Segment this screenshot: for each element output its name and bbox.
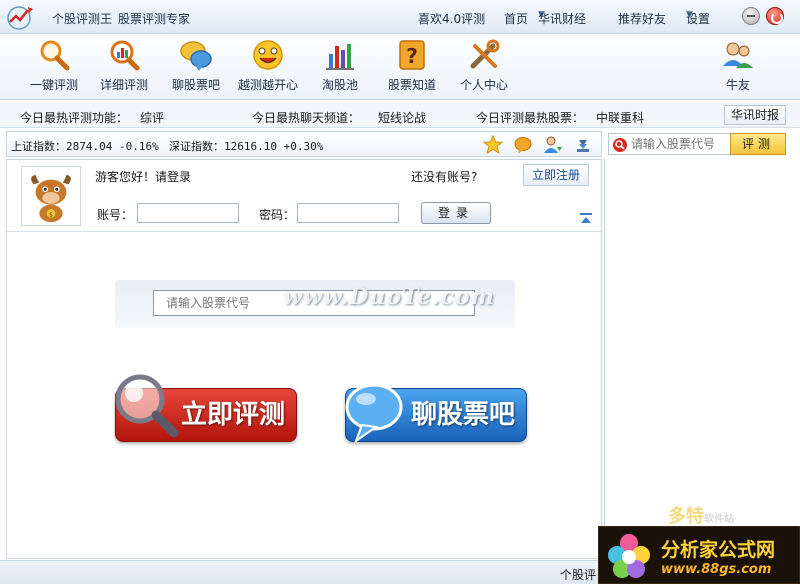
tool-niu-friends[interactable]: 牛友 [706,38,770,98]
tool-label: 股票知道 [387,78,436,92]
link-recommend-friend[interactable]: 推荐好友 [618,10,666,27]
big-chat-bubble-icon [345,383,403,444]
tool-happy-test[interactable]: 越测越开心 [236,38,300,98]
password-input[interactable] [297,203,399,223]
tool-label: 个人中心 [459,78,508,92]
friends-icon [723,42,753,68]
link-huaxun-finance-label: 华讯财经 [538,12,587,26]
account-label: 账号： [97,208,134,222]
app-subtitle: 股票评测专家 [118,12,191,26]
side-panel [604,159,800,559]
app-name: 个股评测王 [52,12,113,26]
app-logo-icon [7,6,33,30]
register-button[interactable]: 立即注册 [523,164,589,186]
smiley-icon [253,40,283,70]
hot-feature-value[interactable]: 综评 [140,109,164,126]
big-search-area [115,280,515,328]
news-button[interactable]: 华讯时报 [724,105,786,125]
account-input[interactable] [137,203,239,223]
no-account-text: 还没有账号? [411,170,478,184]
login-area: $ 游客您好！请登录 还没有账号? 立即注册 账号： 密码： 登录 [7,160,601,232]
tool-label: 聊股票吧 [171,78,220,92]
star-icon[interactable] [483,135,503,155]
password-label: 密码： [259,208,296,222]
search-icon [613,138,627,152]
duote-watermark: 多特软件站 [668,502,734,528]
hot-info-bar: 今日最热评测功能： 综评 今日最热聊天频道： 短线论战 今日评测最热股票： 中联… [0,102,800,128]
big-stock-code-input[interactable] [153,290,475,316]
shanghai-index: 上证指数：2874.04 -0.16% [11,140,159,153]
stock-chat-label: 聊股票吧 [410,400,515,430]
svg-text:$: $ [49,212,53,218]
bar-chart-icon [326,44,354,70]
user-icon[interactable] [543,135,563,155]
cow-avatar: $ [21,166,81,226]
collapse-up-icon[interactable] [579,212,593,224]
login-button[interactable]: 登录 [421,202,491,224]
main-panel: $ 游客您好！请登录 还没有账号? 立即注册 账号： 密码： 登录 www.Du… [6,159,602,559]
magnifier-icon [40,40,70,71]
main-toolbar: 一键评测 详细评测 聊股票吧 越测越开心 淘股池 ? 股票知道 个人中心 牛友 [0,34,800,100]
status-text: 个股评 [560,568,597,582]
hot-feature-label: 今日最热评测功能： [20,111,129,125]
tool-label: 越测越开心 [237,78,298,92]
app-title: 个股评测王 股票评测专家 [52,10,190,27]
stock-chat-button[interactable]: 聊股票吧 [345,383,527,444]
tool-personal-center[interactable]: 个人中心 [452,38,516,98]
site-url: www.88gs.com [661,562,772,577]
flower-logo-icon [608,534,650,578]
minimize-button[interactable] [742,7,760,25]
title-bar: 个股评测王 股票评测专家 喜欢4.0评测 首页 ▼ 华讯财经 推荐好友 ▼ 设置 [0,0,800,34]
chat-bubble-icon[interactable] [513,135,533,155]
stock-code-input[interactable] [631,136,741,152]
tool-stock-know[interactable]: ? 股票知道 [380,38,444,98]
site-badge: 分析家公式网 www.88gs.com [598,526,800,584]
site-name: 分析家公式网 [661,539,776,561]
tool-label: 淘股池 [321,78,358,92]
tool-label: 牛友 [725,78,750,92]
hot-channel-value[interactable]: 短线论战 [378,109,426,126]
evaluate-now-label: 立即评测 [180,400,285,430]
shenzhen-index: 深证指数：12616.10 +0.30% [169,140,324,153]
duote-name: 多特 [668,506,704,527]
tools-icon [470,39,500,69]
chart-magnifier-icon [110,40,140,71]
tool-detailed-evaluate[interactable]: 详细评测 [92,38,156,98]
link-like-v4[interactable]: 喜欢4.0评测 [418,10,485,27]
close-button[interactable] [766,7,784,25]
tool-stock-chat[interactable]: 聊股票吧 [164,38,228,98]
tool-quick-evaluate[interactable]: 一键评测 [22,38,86,98]
evaluate-search-button[interactable]: 评测 [730,133,786,155]
guest-greeting: 游客您好！请登录 [95,170,192,184]
chat-bubbles-icon [180,41,212,71]
hot-stock-value[interactable]: 中联重科 [596,109,644,126]
tool-label: 一键评测 [29,78,78,92]
svg-text:?: ? [406,44,418,68]
question-icon: ? [399,40,425,70]
hot-channel-label: 今日最热聊天频道： [252,111,361,125]
big-magnifier-icon [115,374,179,438]
hot-stock-label: 今日评测最热股票： [476,111,585,125]
download-icon[interactable] [573,135,593,155]
link-settings-label: 设置 [686,12,711,26]
index-ticker: 上证指数：2874.04 -0.16% 深证指数：12616.10 +0.30% [6,131,602,157]
link-home[interactable]: 首页 [504,10,528,27]
tool-stock-pool[interactable]: 淘股池 [308,38,372,98]
duote-sub: 软件站 [704,514,734,525]
evaluate-now-button[interactable]: 立即评测 [115,374,297,442]
tool-label: 详细评测 [99,78,148,92]
